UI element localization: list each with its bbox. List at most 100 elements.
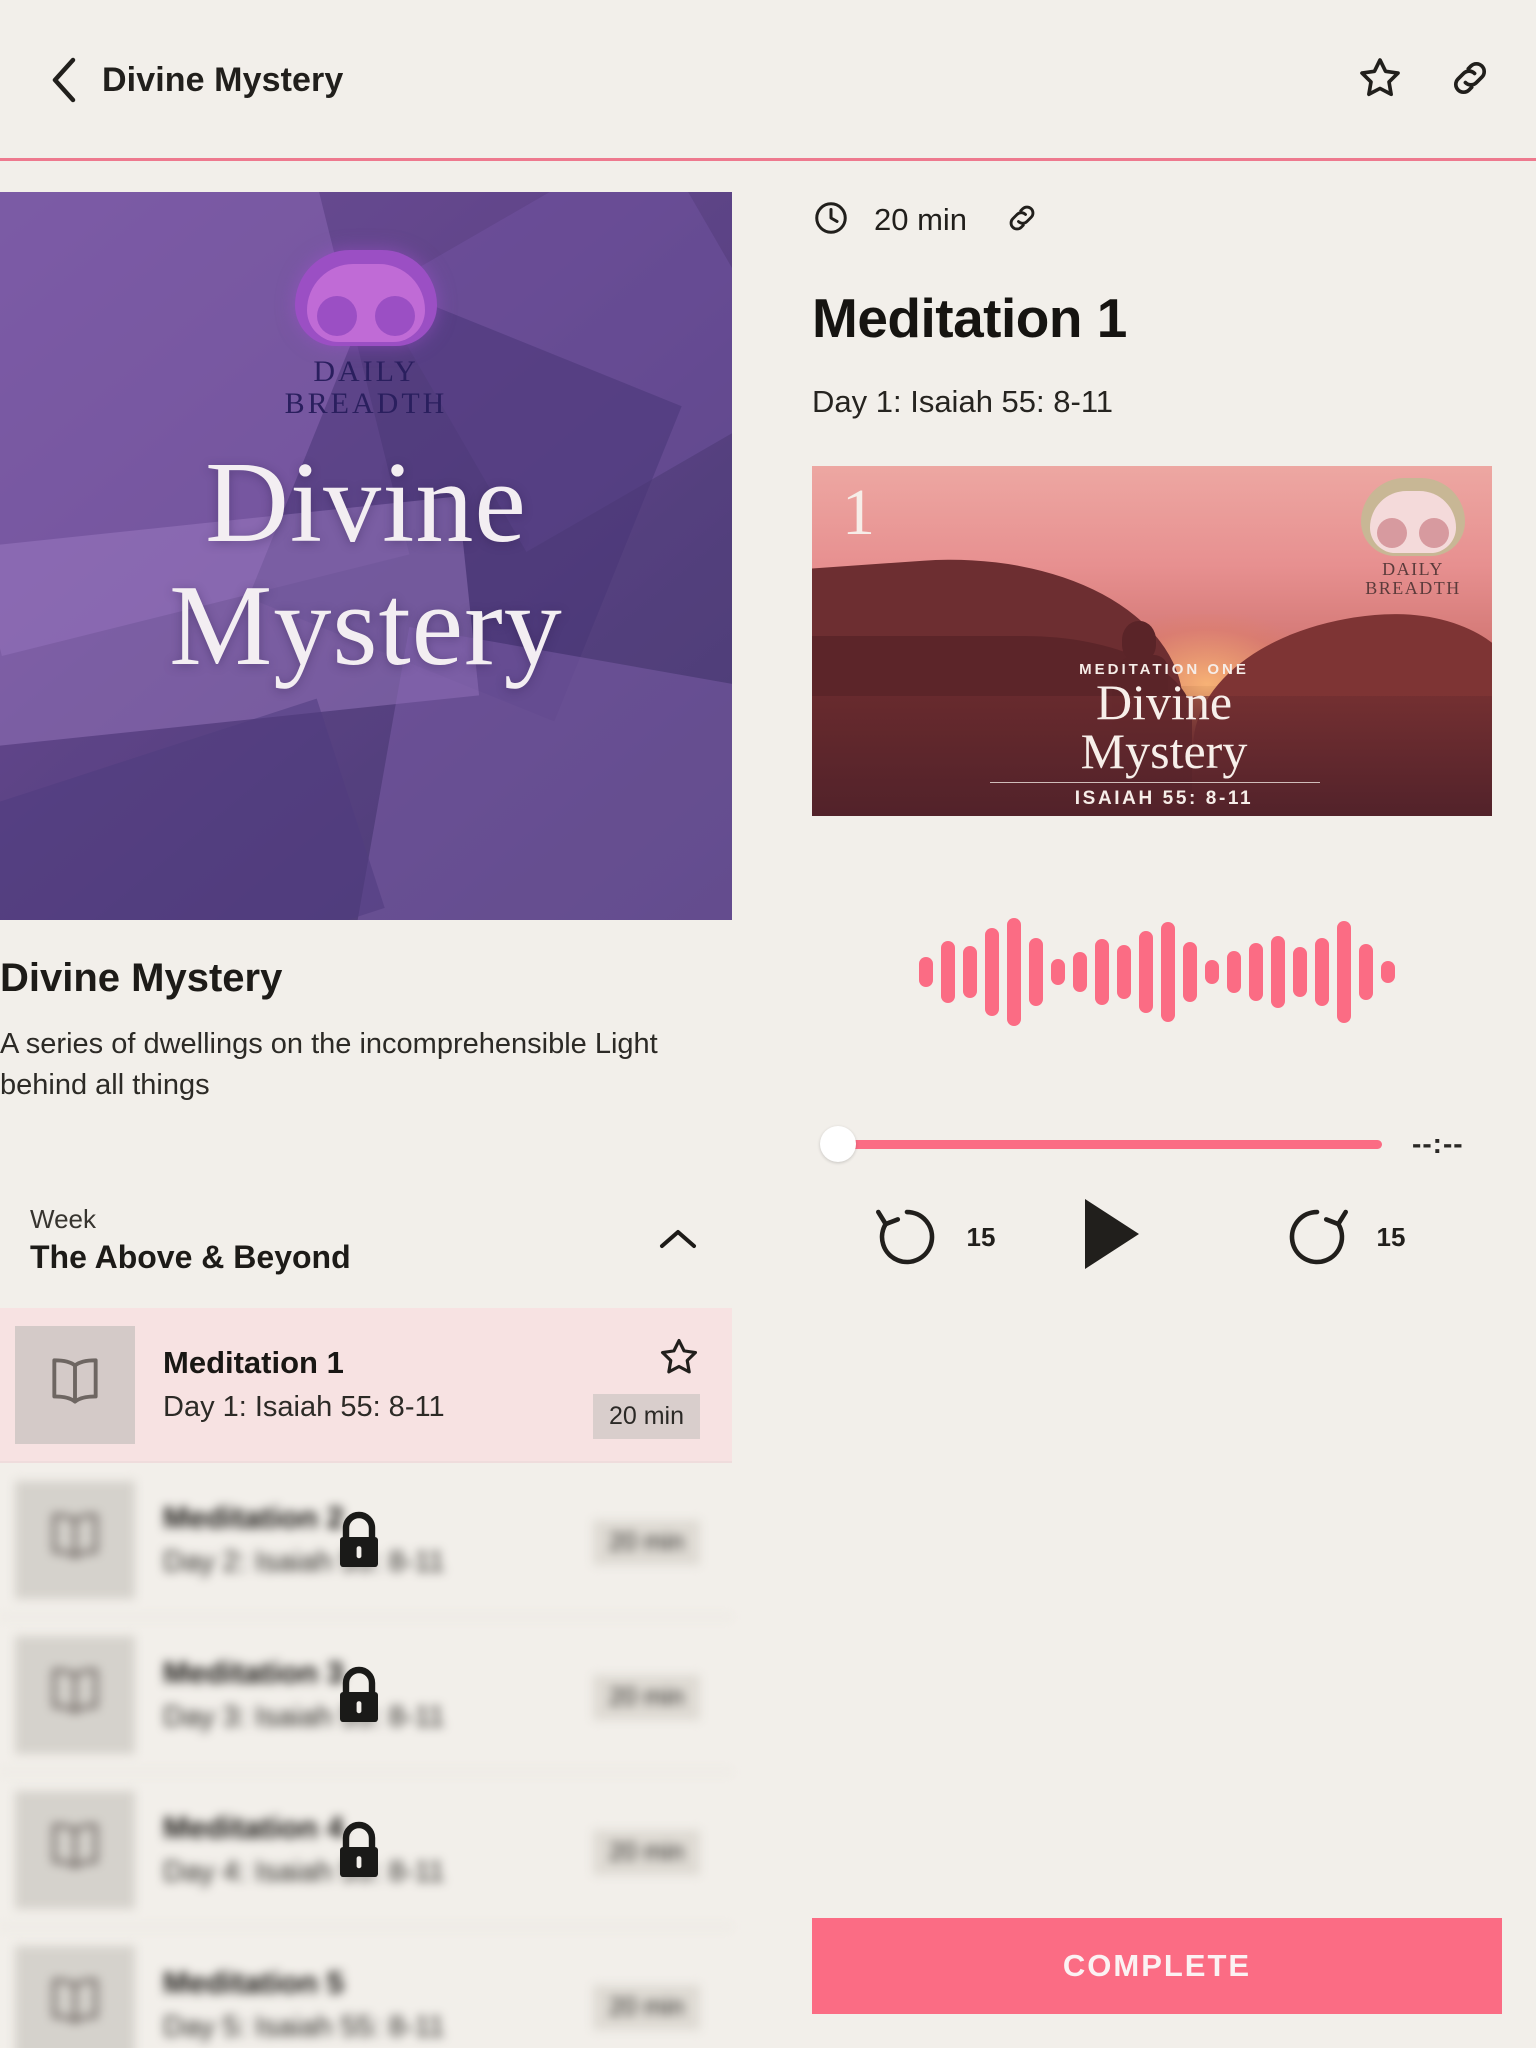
lesson-right: 20 min (592, 1463, 700, 1616)
lesson-subtitle: Day 1: Isaiah 55: 8-11 (163, 1391, 445, 1424)
duration-badge: 20 min (592, 1675, 700, 1721)
back-button[interactable] (42, 57, 86, 103)
progress-track (830, 1139, 1382, 1149)
audio-waveform[interactable] (812, 912, 1502, 1032)
duration-badge: 20 min (592, 1830, 700, 1876)
series-panel: DAILY BREADTH Divine Mystery Divine Myst… (0, 192, 732, 2048)
waveform-bar (985, 928, 999, 1016)
share-link-button[interactable] (1446, 56, 1494, 104)
lesson-row-wrapper: Meditation 1 Day 1: Isaiah 55: 8-11 20 m… (0, 1308, 732, 1464)
header-divider (0, 158, 1536, 161)
forward-15-button[interactable]: 15 (1280, 1200, 1405, 1274)
thumbnail-title-line-1: Divine (1095, 674, 1233, 730)
cover-title: Divine Mystery (0, 442, 732, 688)
lesson-thumbnail (15, 1635, 135, 1754)
lock-icon (330, 1664, 388, 1728)
header-actions (1356, 56, 1494, 104)
waveform-bar (1271, 936, 1285, 1008)
rewind-15-icon: 15 (870, 1200, 995, 1274)
star-outline-icon (1357, 55, 1403, 106)
book-icon (44, 1353, 106, 1416)
waveform-bar (941, 941, 955, 1003)
waveform-bar (1359, 944, 1373, 1000)
waveform-bar (1139, 931, 1153, 1013)
lesson-title: Meditation 1 (163, 1345, 344, 1381)
app-header: Divine Mystery (0, 0, 1536, 160)
duration-badge: 20 min (592, 1394, 700, 1440)
player-panel: 20 min Meditation 1 Day 1: Isaiah 55: 8-… (812, 192, 1502, 1277)
star-outline-icon[interactable] (658, 1336, 700, 1378)
rewind-15-button[interactable]: 15 (870, 1200, 995, 1274)
cover-title-line-1: Divine (205, 439, 527, 567)
tree-of-life-icon (295, 250, 437, 346)
play-button[interactable] (1081, 1196, 1143, 1277)
table-row[interactable]: Meditation 5 Day 5: Isaiah 55: 8-11 20 m… (0, 1928, 732, 2048)
progress-thumb[interactable] (820, 1126, 856, 1162)
thumbnail-caption: MEDITATION ONE Divine Mystery ISAIAH 55:… (812, 661, 1492, 810)
waveform-bar (1051, 959, 1065, 985)
lesson-right: 20 min (592, 1308, 700, 1461)
chevron-up-icon[interactable] (658, 1219, 698, 1259)
meditation-title: Meditation 1 (812, 287, 1127, 349)
duration-badge: 20 min (592, 1520, 700, 1566)
player-controls: 15 15 (812, 1196, 1412, 1277)
thumbnail-verse: ISAIAH 55: 8-11 (1074, 788, 1254, 809)
play-icon (1081, 1196, 1143, 1277)
waveform-bar (1117, 945, 1131, 999)
lesson-thumbnail (15, 1325, 135, 1444)
daily-breadth-logo: DAILY BREADTH (0, 250, 732, 419)
complete-button[interactable]: COMPLETE (812, 1918, 1502, 2014)
lesson-right: 20 min (592, 1618, 700, 1771)
favorite-button[interactable] (1356, 56, 1404, 104)
chevron-left-icon (49, 57, 79, 103)
week-kicker: Week (30, 1203, 96, 1234)
duration-badge: 20 min (592, 1985, 700, 2031)
forward-15-icon: 15 (1280, 1200, 1405, 1274)
book-icon (44, 1508, 106, 1571)
table-row[interactable]: Meditation 1 Day 1: Isaiah 55: 8-11 20 m… (0, 1308, 732, 1464)
week-accordion-header[interactable]: Week The Above & Beyond (0, 1182, 732, 1296)
thumbnail-logo-text: DAILY BREADTH (1352, 560, 1474, 598)
lock-icon (330, 1819, 388, 1883)
series-meta: Divine Mystery A series of dwellings on … (0, 920, 732, 1106)
lesson-list: Meditation 1 Day 1: Isaiah 55: 8-11 20 m… (0, 1308, 732, 2048)
meditation-subtitle: Day 1: Isaiah 55: 8-11 (812, 384, 1113, 419)
lesson-row-wrapper: Meditation 5 Day 5: Isaiah 55: 8-11 20 m… (0, 1928, 732, 2048)
rewind-15-label: 15 (966, 1221, 996, 1252)
lesson-thumbnail (15, 1945, 135, 2048)
cover-title-line-2: Mystery (169, 561, 563, 690)
waveform-bar (1337, 921, 1351, 1023)
waveform-bar (1293, 947, 1307, 997)
waveform-bar (1029, 938, 1043, 1006)
waveform-bar (1227, 951, 1241, 993)
week-labels: Week The Above & Beyond (30, 1203, 658, 1277)
lesson-title: Meditation 5 (163, 1965, 344, 2001)
tree-of-life-icon (1361, 478, 1465, 556)
lesson-thumbnail (15, 1480, 135, 1599)
app-root: Divine Mystery DAILY BREADTH Divine Myst… (0, 0, 1536, 2048)
lesson-right: 20 min (592, 1928, 700, 2048)
thumbnail-logo-line-1: DAILY (1382, 559, 1444, 579)
lock-icon (330, 1509, 388, 1573)
lesson-thumbnail (15, 1790, 135, 1909)
lesson-row-wrapper: Meditation 4 Day 4: Isaiah 55: 8-11 20 m… (0, 1773, 732, 1929)
detail-meta-row: 20 min (812, 192, 1502, 248)
meditation-thumbnail[interactable]: 1 DAILY BREADTH MEDITATION ONE Divine My… (812, 466, 1492, 816)
thumbnail-rule (990, 782, 1320, 783)
waveform-bar (1161, 922, 1175, 1022)
detail-share-button[interactable] (1005, 201, 1039, 240)
waveform-bar (1007, 918, 1021, 1026)
clock-icon (812, 199, 850, 242)
waveform-bar (963, 946, 977, 998)
time-remaining-label: --:-- (1412, 1128, 1464, 1159)
progress-slider[interactable] (812, 1124, 1382, 1164)
logo-text: DAILY BREADTH (285, 356, 448, 419)
link-icon (1005, 201, 1039, 240)
waveform-bar (1095, 939, 1109, 1005)
player-progress-row: --:-- (812, 1124, 1502, 1164)
lesson-row-wrapper: Meditation 3 Day 3: Isaiah 55: 8-11 20 m… (0, 1618, 732, 1774)
logo-line-1: DAILY (313, 355, 419, 388)
thumbnail-logo-line-2: BREADTH (1365, 577, 1461, 598)
logo-line-2: BREADTH (284, 386, 448, 420)
thumbnail-title-line-2: Mystery (1080, 723, 1248, 779)
